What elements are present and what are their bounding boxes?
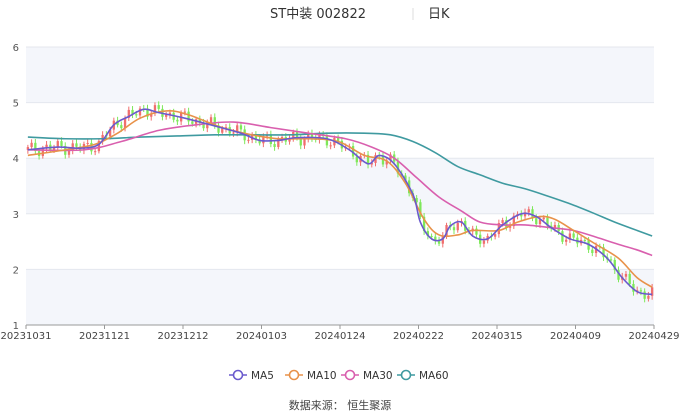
candle-body (639, 290, 643, 292)
candle-body (221, 128, 224, 133)
candle-body (583, 239, 587, 241)
candle-body (329, 145, 332, 147)
legend-marker (400, 369, 412, 381)
candle-body (232, 132, 235, 134)
grid-band (26, 158, 654, 214)
candle-body (561, 231, 564, 242)
x-tick-label: 20231031 (1, 331, 52, 342)
legend-label: MA5 (251, 370, 274, 382)
candle-body (456, 222, 459, 231)
legend-item-ma5[interactable]: MA5 (229, 369, 274, 382)
candle-body (624, 273, 628, 277)
candle-body (501, 220, 504, 224)
y-tick-label: 2 (13, 265, 19, 276)
candle-body (247, 139, 250, 141)
chart-period[interactable]: 日K (428, 7, 450, 22)
x-tick-label: 20240429 (629, 331, 680, 342)
x-tick-label: 20240409 (550, 331, 601, 342)
candle-body (273, 144, 276, 147)
chart-title: ST中装 002822 (270, 7, 366, 22)
legend-marker (288, 369, 300, 381)
candle-body (336, 137, 340, 141)
candle-body (183, 111, 187, 113)
candle-body (120, 125, 123, 129)
legend[interactable]: MA5 MA10 MA30 MA60 (229, 369, 449, 382)
legend-label: MA10 (307, 370, 337, 382)
candle-body (591, 249, 594, 254)
legend-marker (344, 369, 356, 381)
legend-item-ma10[interactable]: MA10 (285, 369, 337, 382)
candle-body (135, 114, 138, 116)
legend-item-ma60[interactable]: MA60 (397, 369, 449, 382)
plot-area: 12345620231031 20231121 20231212 20240103 20… (1, 43, 680, 342)
grid-band (26, 269, 654, 325)
candle-body (643, 291, 646, 299)
candle-body (239, 125, 243, 130)
data-source: 数据来源： 恒生聚源 (289, 398, 392, 412)
candle-body (527, 209, 530, 213)
legend-label: MA60 (419, 370, 449, 382)
candle-body (482, 240, 486, 244)
candle-body (75, 143, 78, 147)
x-tick-label: 20231121 (79, 331, 130, 342)
candle-body (176, 119, 179, 122)
candle-body (647, 295, 650, 299)
candle-body (430, 236, 433, 238)
candle-body (60, 141, 63, 146)
kline-chart: ST中装 002822 日K 12345620231031 20231121 202… (1, 7, 680, 412)
y-tick-label: 4 (13, 154, 19, 165)
candle-body (157, 105, 160, 109)
x-tick-label: 20240103 (236, 331, 287, 342)
candle-body (325, 136, 329, 146)
candle-body (67, 150, 71, 155)
y-tick-label: 5 (13, 99, 19, 110)
candle-body (535, 218, 538, 225)
x-tick-label: 20240222 (393, 331, 444, 342)
candle-body (93, 151, 97, 153)
legend-item-ma30[interactable]: MA30 (341, 369, 393, 382)
candle-body (572, 233, 575, 238)
x-tick-label: 20240315 (472, 331, 523, 342)
candle-body (303, 139, 306, 146)
candle-body (209, 117, 213, 123)
candle-body (628, 273, 631, 284)
candle-body (609, 259, 613, 261)
x-tick-label: 20240124 (315, 331, 366, 342)
candle-body (86, 142, 89, 144)
candle-body (452, 227, 456, 231)
y-tick-label: 6 (13, 43, 19, 54)
candle-body (564, 239, 568, 242)
y-tick-label: 3 (13, 210, 19, 221)
candle-body (269, 134, 273, 145)
candle-body (191, 121, 194, 124)
grid-band (26, 47, 654, 103)
x-tick-label: 20231212 (158, 331, 209, 342)
candle-body (542, 217, 545, 220)
candle-body (30, 142, 33, 148)
legend-marker (232, 369, 244, 381)
legend-label: MA30 (363, 370, 393, 382)
